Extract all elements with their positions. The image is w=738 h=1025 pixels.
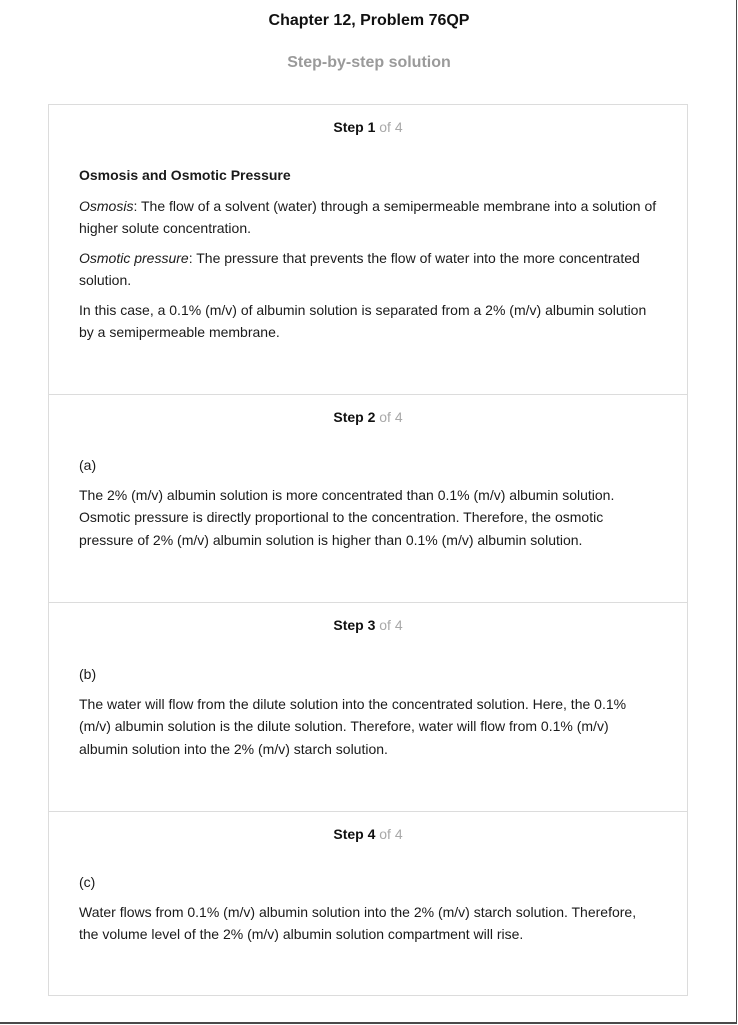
step-4-header: Step 4 of 4 — [49, 826, 687, 842]
section-heading: Osmosis and Osmotic Pressure — [79, 167, 291, 183]
definition-text: : The flow of a solvent (water) through … — [79, 197, 657, 237]
definition-osmotic-pressure: Osmotic pressure: The pressure that prev… — [79, 247, 659, 292]
step-3-body: (b) The water will flow from the dilute … — [79, 663, 659, 767]
step-2-body: (a) The 2% (m/v) albumin solution is mor… — [79, 454, 659, 558]
step-paragraph: In this case, a 0.1% (m/v) of albumin so… — [79, 301, 647, 341]
step-number: Step 3 — [333, 617, 376, 633]
step-number: Step 1 — [333, 119, 376, 135]
part-label: (a) — [79, 457, 97, 473]
step-4: Step 4 of 4 (c) Water flows from 0.1% (m… — [49, 812, 687, 995]
step-total: of 4 — [379, 617, 403, 633]
step-total: of 4 — [379, 826, 403, 842]
step-1-header: Step 1 of 4 — [49, 119, 687, 135]
step-3: Step 3 of 4 (b) The water will flow from… — [49, 603, 687, 812]
step-paragraph: The water will flow from the dilute solu… — [79, 695, 627, 757]
step-number: Step 2 — [333, 409, 376, 425]
step-1-body: Osmosis and Osmotic Pressure Osmosis: Th… — [79, 164, 659, 351]
step-1: Step 1 of 4 Osmosis and Osmotic Pressure… — [49, 105, 687, 395]
definition-osmosis: Osmosis: The flow of a solvent (water) t… — [79, 195, 659, 240]
steps-container: Step 1 of 4 Osmosis and Osmotic Pressure… — [48, 104, 688, 996]
step-4-body: (c) Water flows from 0.1% (m/v) albumin … — [79, 871, 659, 953]
step-paragraph: Water flows from 0.1% (m/v) albumin solu… — [79, 903, 637, 943]
step-number: Step 4 — [333, 826, 376, 842]
definition-term: Osmotic pressure — [79, 249, 189, 266]
page-subtitle: Step-by-step solution — [287, 54, 451, 71]
step-3-header: Step 3 of 4 — [49, 617, 687, 633]
step-total: of 4 — [379, 409, 403, 425]
step-2: Step 2 of 4 (a) The 2% (m/v) albumin sol… — [49, 395, 687, 603]
definition-term: Osmosis — [79, 197, 134, 214]
part-label: (c) — [79, 874, 96, 890]
page-title: Chapter 12, Problem 76QP — [268, 12, 470, 29]
part-label: (b) — [79, 666, 97, 682]
step-total: of 4 — [379, 119, 403, 135]
step-paragraph: The 2% (m/v) albumin solution is more co… — [79, 486, 615, 548]
step-2-header: Step 2 of 4 — [49, 409, 687, 425]
